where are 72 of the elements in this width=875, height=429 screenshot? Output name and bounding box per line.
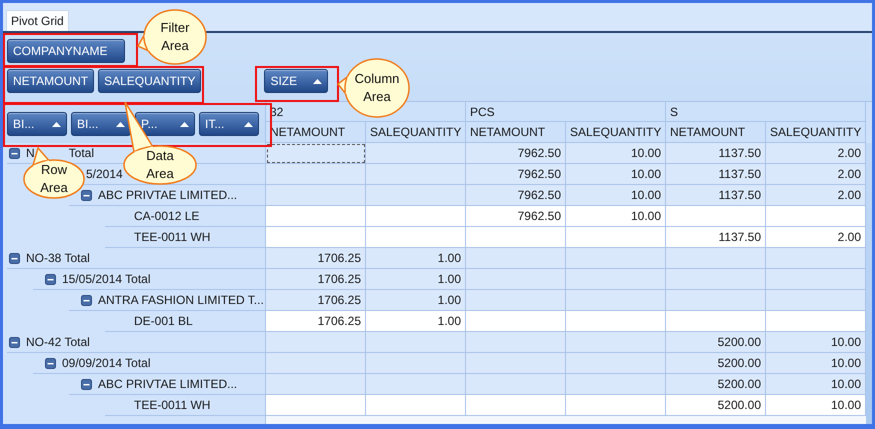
field-button[interactable]: IT... — [199, 112, 259, 136]
collapse-icon[interactable] — [9, 252, 20, 264]
table-cell: 10.00 — [566, 164, 666, 185]
table-cell: 1706.25 — [266, 311, 366, 332]
collapse-icon[interactable] — [81, 190, 92, 200]
field-button[interactable]: NETAMOUNT — [7, 69, 94, 93]
row-header: 5/2014 — [86, 166, 123, 183]
table-cell: 10.00 — [766, 353, 866, 374]
table-cell: 7962.50 — [466, 164, 566, 185]
table-cell: 7962.50 — [466, 185, 566, 206]
table-cell: 10.00 — [766, 395, 866, 416]
table-cell: 10.00 — [566, 143, 666, 164]
table-cell: 2.00 — [766, 227, 866, 248]
collapse-icon[interactable] — [9, 336, 20, 348]
column-header: PCS — [466, 102, 666, 122]
table-cell: 10.00 — [566, 206, 666, 227]
row-header: NO-38 Total — [26, 250, 90, 267]
tab[interactable]: Pivot Grid — [6, 10, 69, 31]
collapse-icon[interactable] — [81, 294, 92, 306]
table-cell: 5200.00 — [666, 353, 766, 374]
field-button[interactable]: SALEQUANTITY — [98, 69, 202, 93]
table-cell: 5200.00 — [666, 395, 766, 416]
callout-text: Area — [40, 179, 68, 197]
field-button[interactable]: COMPANYNAME — [7, 39, 125, 63]
callout-text: Column — [354, 70, 400, 88]
table-cell: 1.00 — [366, 248, 466, 269]
callout-text: Filter — [160, 19, 190, 37]
row-header: TEE-0011 WH — [134, 397, 210, 414]
row-header: ANTRA FASHION LIMITED T... — [98, 292, 264, 309]
row-header: ABC PRIVTAE LIMITED... — [98, 187, 238, 204]
table-cell: 2.00 — [766, 185, 866, 206]
row-header: ABC PRIVTAE LIMITED... — [98, 376, 238, 393]
table-cell: 5200.00 — [666, 374, 766, 395]
table-cell: 1.00 — [366, 311, 466, 332]
row-header: CA-0012 LE — [134, 208, 200, 225]
callout-text: Area — [161, 37, 189, 55]
collapse-icon[interactable] — [81, 378, 92, 390]
row-header: 09/09/2014 Total — [62, 355, 151, 372]
table-cell: 10.00 — [566, 185, 666, 206]
table-cell: 10.00 — [766, 374, 866, 395]
table-cell: 1137.50 — [666, 164, 766, 185]
table-cell: 2.00 — [766, 164, 866, 185]
table-cell: 1706.25 — [266, 290, 366, 311]
callout-text: Data — [146, 147, 174, 165]
table-cell: 2.00 — [766, 143, 866, 164]
table-cell: 10.00 — [766, 332, 866, 353]
row-header: TEE-0011 WH — [134, 229, 210, 246]
field-button[interactable]: BI... — [71, 112, 131, 136]
field-button[interactable]: P... — [135, 112, 195, 136]
table-cell: 7962.50 — [466, 143, 566, 164]
table-cell: 1.00 — [366, 269, 466, 290]
row-header: NO-42 Total — [26, 334, 90, 351]
table-cell: 7962.50 — [466, 206, 566, 227]
collapse-icon[interactable] — [9, 148, 20, 158]
field-button[interactable]: SIZE — [264, 69, 328, 93]
row-header: N — [26, 145, 35, 162]
collapse-icon[interactable] — [45, 274, 56, 284]
callout-text: Area — [146, 165, 174, 183]
table-cell: 1.00 — [366, 290, 466, 311]
column-header: S — [666, 102, 866, 122]
collapse-icon[interactable] — [45, 358, 56, 368]
table-cell: 5200.00 — [666, 332, 766, 353]
table-cell: 1706.25 — [266, 269, 366, 290]
row-header: Total — [68, 145, 94, 162]
row-header: DE-001 BL — [134, 313, 193, 330]
field-button[interactable]: BI... — [7, 112, 67, 136]
row-header: 15/05/2014 Total — [62, 271, 151, 288]
table-cell: 1706.25 — [266, 248, 366, 269]
table-cell: 1137.50 — [666, 185, 766, 206]
table-cell: 1137.50 — [666, 143, 766, 164]
callout-text: Row — [40, 161, 67, 179]
table-cell: 1137.50 — [666, 227, 766, 248]
